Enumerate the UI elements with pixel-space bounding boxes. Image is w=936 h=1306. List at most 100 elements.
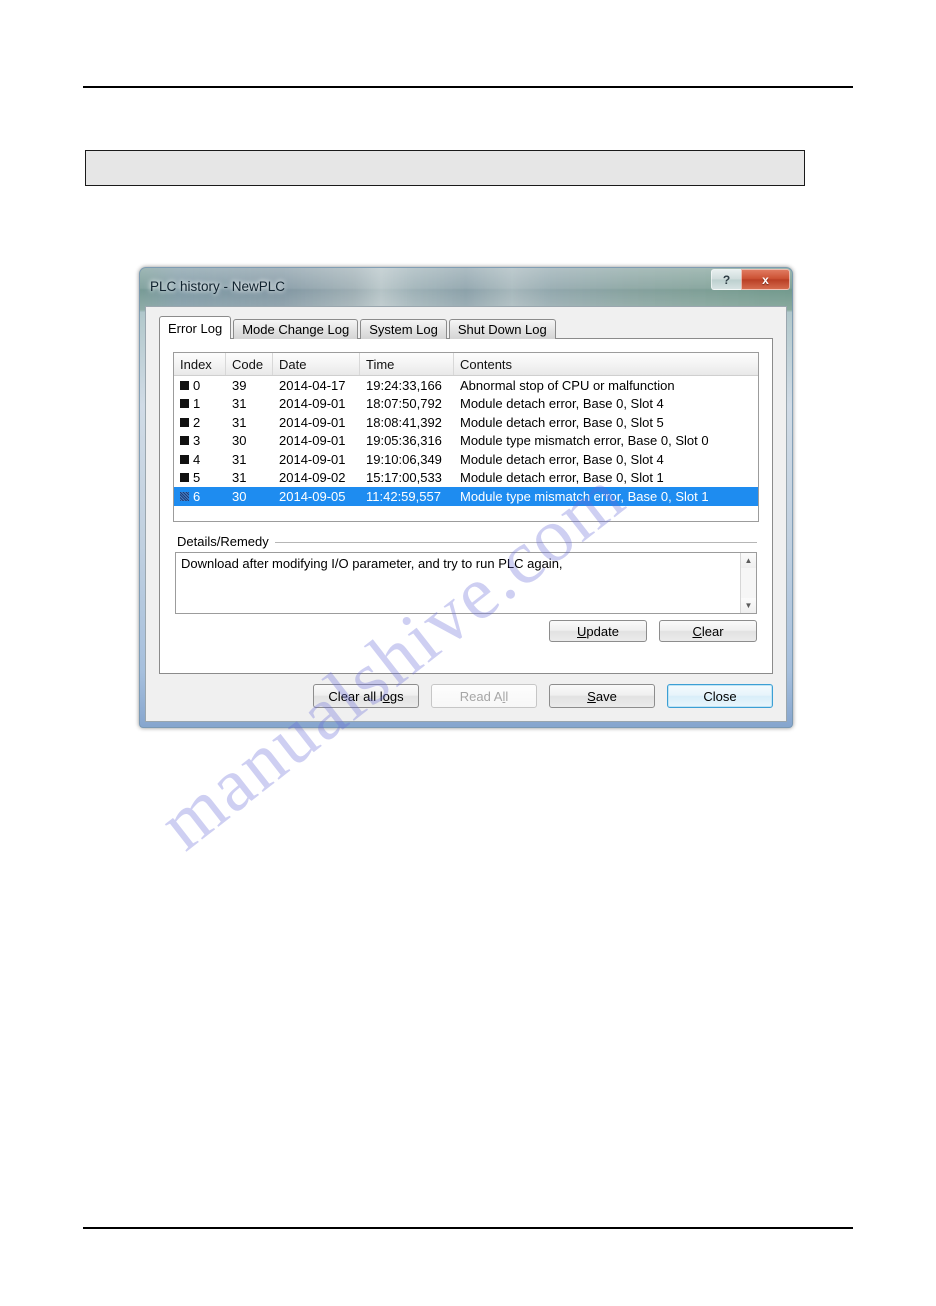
cell-time: 15:17:00,533 [366, 470, 442, 486]
save-button[interactable]: Save [549, 684, 655, 708]
cell-index: 3 [174, 433, 226, 448]
details-remedy-group: Details/Remedy Download after modifying … [173, 534, 759, 646]
dialog-frame: PLC history - NewPLC ? x Error Log Mode … [139, 267, 793, 728]
read-all-button[interactable]: Read All [431, 684, 537, 708]
cell-index-text: 4 [193, 451, 201, 467]
column-header-code[interactable]: Code [226, 353, 273, 375]
cell-date: 2014-09-01 [279, 451, 346, 467]
cell-index-text: 5 [193, 470, 201, 486]
dialog-button-row: Clear all l o gs Read All Save Close [146, 684, 773, 708]
clear-all-logs-pre: Clear all l [328, 688, 383, 704]
column-header-time[interactable]: Time [360, 353, 454, 375]
cell-contents: Module type mismatch error, Base 0, Slot… [460, 433, 709, 449]
cell-contents: Abnormal stop of CPU or malfunction [460, 377, 675, 393]
clear-all-logs-button[interactable]: Clear all l o gs [313, 684, 419, 708]
column-header-date[interactable]: Date [273, 353, 360, 375]
cell-contents: Module detach error, Base 0, Slot 1 [460, 470, 664, 486]
tabstrip: Error Log Mode Change Log System Log Shu… [159, 316, 558, 339]
table-row[interactable]: 2 31 2014-09-01 18:08:41,392 Module deta… [174, 413, 758, 432]
cell-index: 6 [174, 489, 226, 504]
cell-index-text: 0 [193, 377, 201, 393]
cell-date: 2014-09-02 [279, 470, 346, 486]
cell-index: 5 [174, 470, 226, 485]
save-label: ave [595, 688, 617, 704]
cell-index-text: 6 [193, 488, 201, 504]
table-row-selected[interactable]: 6 30 2014-09-05 11:42:59,557 Module type… [174, 487, 758, 506]
header-gray-box [85, 150, 805, 186]
cell-contents: Module detach error, Base 0, Slot 5 [460, 414, 664, 430]
update-label: pdate [586, 623, 619, 639]
tab-mode-change-log[interactable]: Mode Change Log [233, 319, 359, 339]
table-row[interactable]: 0 39 2014-04-17 19:24:33,166 Abnormal st… [174, 376, 758, 395]
details-remedy-textarea[interactable]: Download after modifying I/O parameter, … [175, 552, 757, 614]
cell-time: 18:07:50,792 [366, 396, 442, 412]
list-header-row: Index Code Date Time Contents [174, 353, 758, 376]
cell-time: 18:08:41,392 [366, 414, 442, 430]
error-square-icon [180, 399, 189, 409]
scroll-up-icon[interactable]: ▲ [741, 553, 756, 568]
update-button[interactable]: Update [549, 620, 647, 642]
dialog-client-area: Error Log Mode Change Log System Log Shu… [145, 306, 787, 722]
details-scrollbar[interactable]: ▲ ▼ [740, 553, 756, 613]
cell-date: 2014-04-17 [279, 377, 346, 393]
cell-date: 2014-09-01 [279, 396, 346, 412]
window-title: PLC history - NewPLC [150, 279, 286, 294]
clear-button[interactable]: Clear [659, 620, 757, 642]
error-square-icon [180, 417, 189, 427]
close-icon[interactable]: x [741, 269, 790, 290]
tab-panel-error-log: Index Code Date Time Contents 0 39 2014-… [159, 338, 773, 674]
details-button-row: Update Clear [549, 620, 757, 642]
cell-index: 2 [174, 415, 226, 430]
error-square-icon [180, 380, 189, 390]
error-square-icon [180, 436, 189, 446]
table-row[interactable]: 5 31 2014-09-02 15:17:00,533 Module deta… [174, 469, 758, 488]
error-log-list[interactable]: Index Code Date Time Contents 0 39 2014-… [173, 352, 759, 522]
cell-code: 31 [232, 396, 247, 412]
cell-time: 19:05:36,316 [366, 433, 442, 449]
details-remedy-text: Download after modifying I/O parameter, … [181, 556, 563, 571]
details-remedy-label: Details/Remedy [177, 534, 275, 549]
column-header-contents[interactable]: Contents [454, 353, 758, 375]
cell-code: 30 [232, 488, 247, 504]
cell-index-text: 2 [193, 414, 201, 430]
cell-code: 31 [232, 414, 247, 430]
cell-date: 2014-09-01 [279, 433, 346, 449]
cell-time: 19:10:06,349 [366, 451, 442, 467]
clear-label: lear [701, 623, 724, 639]
tab-error-log[interactable]: Error Log [159, 316, 232, 339]
plc-history-dialog: PLC history - NewPLC ? x Error Log Mode … [139, 267, 793, 728]
cell-index: 0 [174, 378, 226, 393]
error-square-icon [180, 473, 189, 483]
cell-time: 11:42:59,557 [366, 488, 441, 504]
page-footer-rule [83, 1227, 853, 1229]
cell-time: 19:24:33,166 [366, 377, 442, 393]
cell-contents: Module detach error, Base 0, Slot 4 [460, 451, 664, 467]
cell-contents: Module detach error, Base 0, Slot 4 [460, 396, 664, 412]
close-button[interactable]: Close [667, 684, 773, 708]
scroll-down-icon[interactable]: ▼ [741, 598, 756, 613]
save-accel: S [587, 688, 596, 704]
tab-system-log[interactable]: System Log [360, 319, 447, 339]
read-all-pre: Read A [459, 688, 503, 704]
help-icon[interactable]: ? [711, 269, 741, 290]
window-controls: ? x [711, 269, 790, 290]
read-all-rest: l [505, 688, 509, 704]
table-row[interactable]: 1 31 2014-09-01 18:07:50,792 Module deta… [174, 395, 758, 414]
cell-contents: Module type mismatch error, Base 0, Slot… [460, 488, 709, 504]
cell-index-text: 1 [193, 396, 201, 412]
clear-all-logs-rest: gs [389, 688, 404, 704]
cell-date: 2014-09-01 [279, 414, 346, 430]
cell-code: 39 [232, 377, 247, 393]
error-square-icon [180, 491, 189, 501]
cell-index-text: 3 [193, 433, 201, 449]
tab-shut-down-log[interactable]: Shut Down Log [448, 319, 556, 339]
cell-date: 2014-09-05 [279, 488, 346, 504]
cell-index: 4 [174, 452, 226, 467]
table-row[interactable]: 4 31 2014-09-01 19:10:06,349 Module deta… [174, 450, 758, 469]
update-accel: U [577, 623, 587, 639]
cell-code: 31 [232, 451, 247, 467]
table-row[interactable]: 3 30 2014-09-01 19:05:36,316 Module type… [174, 432, 758, 451]
column-header-index[interactable]: Index [174, 353, 226, 375]
cell-index: 1 [174, 396, 226, 411]
clear-accel: C [692, 623, 702, 639]
